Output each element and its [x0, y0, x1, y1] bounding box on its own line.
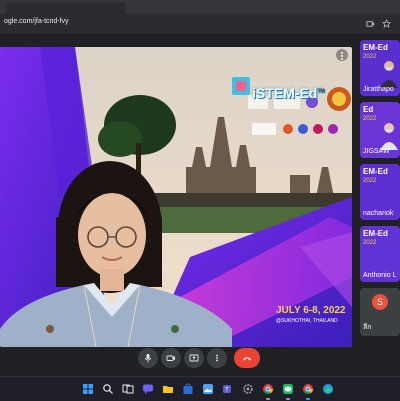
tile-year: 2022 [363, 178, 377, 184]
participant-tile[interactable]: EM-Ed 2022 Jiratthapo [360, 40, 400, 96]
stage-logo-tm: TM [317, 88, 325, 95]
chrome-icon[interactable] [262, 383, 274, 395]
line-icon[interactable] [282, 383, 294, 395]
address-bar[interactable]: ogle.com/jfa-tcnd-fvy [0, 14, 400, 34]
svg-text:T: T [225, 388, 229, 394]
camera-icon[interactable] [366, 19, 375, 28]
participant-name: JIGSAW [363, 148, 390, 155]
main-video-tile[interactable]: iSTEM-EdTM JULY 6-8, 2022 @SUKHOTHAI, TH… [0, 47, 352, 347]
task-view-icon[interactable] [122, 383, 134, 395]
browser-tab-bar [0, 0, 400, 14]
participant-avatar [380, 61, 398, 88]
photos-icon[interactable] [202, 383, 214, 395]
settings-icon[interactable] [242, 383, 254, 395]
participant-tile[interactable]: Ed 2022 JIGSAW [360, 102, 400, 158]
camera-icon [166, 355, 175, 361]
present-button[interactable] [184, 348, 204, 368]
store-icon[interactable] [182, 383, 194, 395]
stage-location: @SUKHOTHAI, THAILAND [276, 318, 338, 324]
tile-year: 2022 [363, 54, 377, 60]
present-icon [189, 354, 199, 362]
file-explorer-icon[interactable] [162, 383, 174, 395]
participant-avatar [380, 123, 398, 150]
search-icon[interactable] [102, 383, 114, 395]
mic-icon [144, 354, 152, 363]
edge-icon[interactable] [322, 383, 334, 395]
participant-tile[interactable]: EM-Ed 2022 nachanok [360, 164, 400, 220]
mic-button[interactable] [138, 348, 158, 368]
more-button[interactable] [207, 348, 227, 368]
more-icon [216, 354, 218, 362]
avatar-initial: S [376, 297, 383, 307]
participant-tile[interactable]: EM-Ed 2022 Anthonio L [360, 226, 400, 282]
more-vert-icon [341, 52, 343, 60]
bookmark-star-icon[interactable] [382, 19, 391, 28]
hang-up-button[interactable] [234, 348, 260, 368]
more-options-button[interactable] [336, 49, 348, 61]
participant-tile[interactable]: S ลีก [360, 288, 400, 336]
chat-icon[interactable] [142, 383, 154, 395]
camera-button[interactable] [161, 348, 181, 368]
participant-avatar: S [372, 294, 388, 310]
tile-year: 2022 [363, 240, 377, 246]
url-text[interactable]: ogle.com/jfa-tcnd-fvy [4, 18, 69, 25]
windows-icon[interactable] [82, 383, 94, 395]
stage-date: JULY 6-8, 2022 [276, 305, 346, 316]
taskbar: T [0, 376, 400, 401]
stage-logo: iSTEM-EdTM [252, 85, 325, 101]
teams-icon[interactable]: T [222, 383, 234, 395]
participant-name: ลีก [363, 324, 372, 331]
browser-tab[interactable] [6, 2, 126, 14]
participant-name: Jiratthapo [363, 86, 394, 93]
participant-name: nachanok [363, 210, 394, 217]
meeting-area: iSTEM-EdTM JULY 6-8, 2022 @SUKHOTHAI, TH… [0, 34, 400, 376]
participant-name: Anthonio L [363, 272, 397, 279]
tile-year: 2022 [363, 116, 377, 122]
hang-up-icon [243, 357, 251, 361]
chrome-icon[interactable] [302, 383, 314, 395]
stage-logo-text: iSTEM-Ed [252, 85, 318, 101]
